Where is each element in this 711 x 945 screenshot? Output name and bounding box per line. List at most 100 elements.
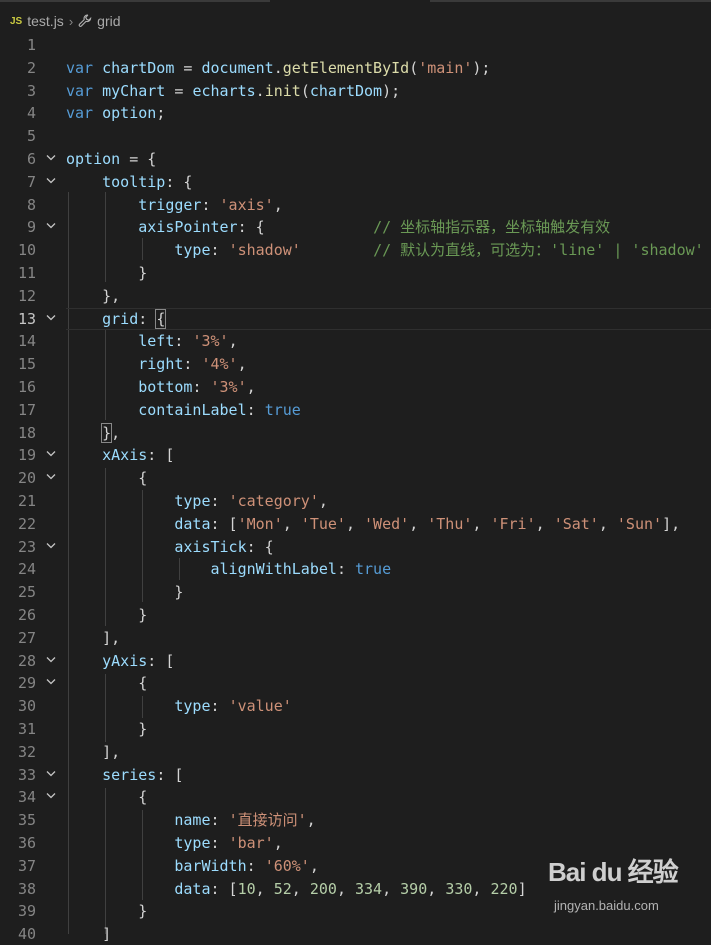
- fold-chevron-icon[interactable]: [46, 770, 56, 778]
- code-line[interactable]: 5: [0, 125, 711, 147]
- code-line[interactable]: 9 axisPointer: { // 坐标轴指示器，坐标轴触发有效: [0, 216, 711, 238]
- fold-chevron-icon[interactable]: [46, 450, 56, 458]
- code-text: data: [10, 52, 200, 334, 390, 330, 220]: [66, 878, 526, 900]
- line-number: 1: [26, 36, 36, 54]
- code-line[interactable]: 20 {: [0, 467, 711, 489]
- fold-chevron-icon[interactable]: [46, 792, 56, 800]
- code-line[interactable]: 15 right: '4%',: [0, 353, 711, 375]
- code-token: ,: [345, 514, 365, 533]
- fold-chevron-icon[interactable]: [46, 678, 56, 686]
- code-line[interactable]: 21 type: 'category',: [0, 490, 711, 512]
- fold-chevron-icon[interactable]: [46, 542, 56, 550]
- code-line[interactable]: 25 }: [0, 581, 711, 603]
- code-text: right: '4%',: [66, 353, 247, 375]
- code-line[interactable]: 19 xAxis: [: [0, 444, 711, 466]
- js-file-icon: JS: [10, 15, 23, 27]
- fold-chevron-icon[interactable]: [46, 177, 56, 185]
- code-line[interactable]: 1: [0, 34, 711, 56]
- code-token: axisTick: [174, 537, 247, 556]
- code-text: }: [66, 604, 147, 626]
- code-token: :: [210, 241, 229, 260]
- code-editor[interactable]: 1 2 var chartDom = document.getElementById…: [0, 34, 711, 943]
- code-token: var: [66, 58, 94, 77]
- code-line[interactable]: 13 grid: {: [0, 307, 711, 330]
- breadcrumb-file[interactable]: test.js: [27, 13, 64, 29]
- code-token: trigger: [138, 195, 202, 214]
- code-token: myChart: [102, 81, 166, 100]
- fold-chevron-icon[interactable]: [46, 222, 56, 230]
- code-line[interactable]: 14 left: '3%',: [0, 330, 711, 352]
- code-line[interactable]: 34 {: [0, 786, 711, 808]
- code-token: :: [210, 697, 229, 716]
- code-line[interactable]: 18 },: [0, 422, 711, 444]
- code-token: data: [174, 879, 211, 898]
- code-line[interactable]: 24 alignWithLabel: true: [0, 558, 711, 580]
- code-line[interactable]: 12 },: [0, 285, 711, 307]
- code-line[interactable]: 27 ],: [0, 627, 711, 649]
- code-line[interactable]: 29 {: [0, 672, 711, 694]
- code-line[interactable]: 40 ]: [0, 923, 711, 945]
- chevron-right-icon: ›: [68, 13, 74, 29]
- code-token: ,: [309, 856, 319, 875]
- watermark-url: jingyan.baidu.com: [554, 898, 659, 913]
- code-text: containLabel: true: [66, 399, 301, 421]
- code-line[interactable]: 4 var option;: [0, 102, 711, 124]
- fold-chevron-icon[interactable]: [46, 656, 56, 664]
- line-number: 29: [17, 674, 36, 693]
- breadcrumb-symbol[interactable]: grid: [97, 13, 120, 29]
- line-number: 28: [17, 651, 36, 670]
- code-line[interactable]: 11 }: [0, 262, 711, 284]
- code-token: }: [66, 606, 148, 624]
- code-token: 'shadow': [228, 241, 301, 260]
- code-token: 'bar': [228, 834, 274, 852]
- baidu-watermark: Bai du 经验 jingyan.baidu.com: [548, 852, 708, 922]
- code-token: 'Sun': [616, 514, 663, 533]
- code-token: );: [472, 58, 491, 77]
- code-line[interactable]: 36 type: 'bar',: [0, 832, 711, 854]
- fold-chevron-icon[interactable]: [46, 154, 56, 162]
- code-token: 'main': [418, 58, 473, 77]
- line-number: 39: [17, 902, 36, 921]
- code-token: ,: [535, 514, 554, 533]
- line-number: 38: [17, 879, 36, 898]
- code-token: ,: [409, 514, 428, 533]
- code-line[interactable]: 31 }: [0, 718, 711, 740]
- code-line[interactable]: 30 type: 'value': [0, 695, 711, 717]
- code-text: type: 'bar',: [66, 832, 283, 854]
- code-text: }: [66, 581, 183, 603]
- fold-chevron-icon[interactable]: [46, 314, 56, 322]
- code-token: // 默认为直线，可选为：'line' | 'shadow': [373, 241, 704, 260]
- code-token: }: [66, 583, 184, 602]
- fold-chevron-icon[interactable]: [46, 473, 56, 481]
- code-token: :: [246, 856, 265, 875]
- code-token: ,: [273, 834, 283, 852]
- line-number: 2: [26, 58, 36, 77]
- code-line[interactable]: 7 tooltip: {: [0, 171, 711, 193]
- code-line[interactable]: 10 type: 'shadow' // 默认为直线，可选为：'line' | …: [0, 239, 711, 261]
- code-text: },: [66, 285, 120, 307]
- code-line[interactable]: 28 yAxis: [: [0, 650, 711, 672]
- code-line[interactable]: 6 option = {: [0, 148, 711, 170]
- code-line[interactable]: 23 axisTick: {: [0, 536, 711, 558]
- code-line[interactable]: 35 name: '直接访问',: [0, 809, 711, 831]
- code-token: }: [66, 720, 148, 738]
- code-line[interactable]: 8 trigger: 'axis',: [0, 194, 711, 216]
- code-token: (: [300, 81, 310, 100]
- code-line[interactable]: 3 var myChart = echarts.init(chartDom);: [0, 80, 711, 102]
- line-number: 17: [17, 400, 36, 419]
- code-token: 'Fri': [490, 514, 536, 533]
- code-line[interactable]: 22 data: ['Mon', 'Tue', 'Wed', 'Thu', 'F…: [0, 513, 711, 535]
- code-line[interactable]: 16 bottom: '3%',: [0, 376, 711, 398]
- code-token: ,: [237, 355, 247, 374]
- code-token: 390: [400, 879, 428, 898]
- code-line[interactable]: 33 series: [: [0, 764, 711, 786]
- code-line[interactable]: 2 var chartDom = document.getElementById(…: [0, 57, 711, 79]
- code-line[interactable]: 17 containLabel: true: [0, 399, 711, 421]
- code-text: },: [66, 422, 120, 444]
- code-line[interactable]: 32 ],: [0, 741, 711, 763]
- code-token: : {: [246, 537, 274, 556]
- code-line[interactable]: 26 }: [0, 604, 711, 626]
